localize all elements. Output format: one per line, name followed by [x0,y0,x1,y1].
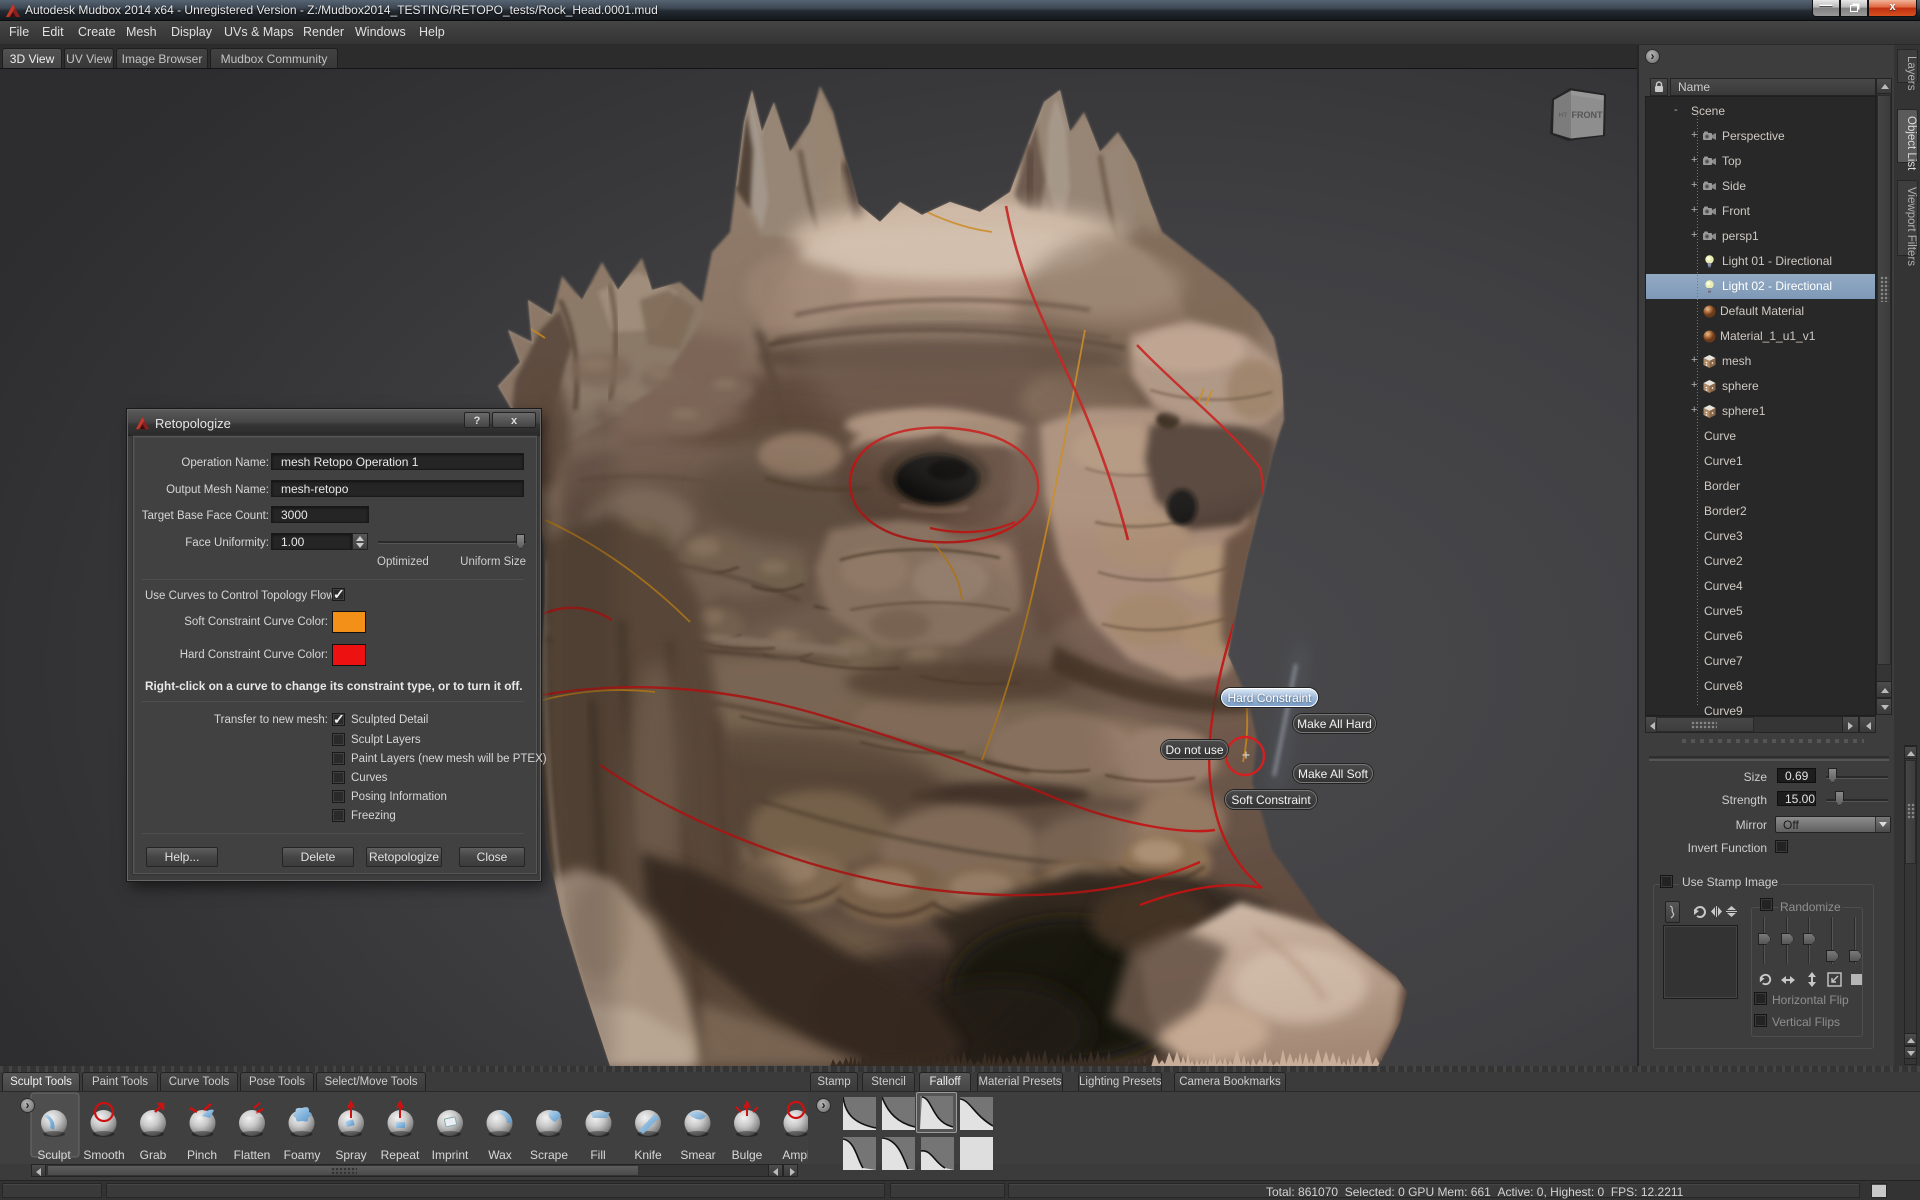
svg-text:HT: HT [1559,112,1568,119]
svg-text:FRONT: FRONT [1572,110,1603,120]
